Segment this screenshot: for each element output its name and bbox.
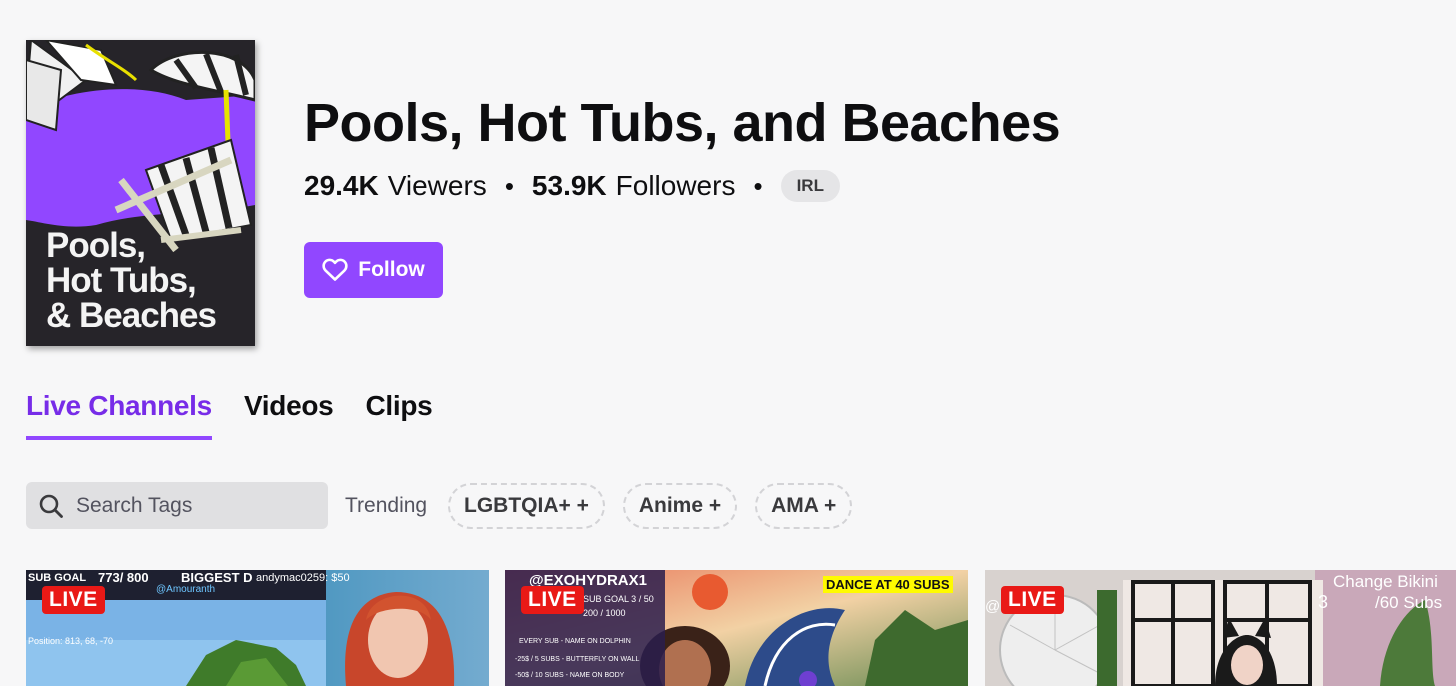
search-tags-input[interactable]: [76, 493, 306, 518]
overlay-position: Position: 813, 68, -70: [28, 636, 114, 646]
category-boxart: Pools, Hot Tubs, & Beaches: [26, 40, 255, 346]
tab-videos[interactable]: Videos: [244, 390, 334, 440]
overlay-list-1: EVERY SUB - NAME ON DOLPHIN: [519, 638, 631, 645]
stream-card-1[interactable]: SUB GOAL 773/ 800 BIGGEST D andymac0259:…: [26, 570, 489, 686]
live-badge: LIVE: [1001, 586, 1064, 614]
category-tag-irl[interactable]: IRL: [780, 170, 840, 202]
category-title: Pools, Hot Tubs, and Beaches: [304, 93, 1061, 153]
trending-label: Trending: [345, 494, 428, 517]
overlay-sub-goal-value: 773/ 800: [98, 570, 149, 585]
overlay-banner: DANCE AT 40 SUBS: [823, 576, 953, 593]
stream-card-2[interactable]: @EXOHYDRAX1 DANCE AT 40 SUBS SUB GOAL 3 …: [505, 570, 968, 686]
live-badge: LIVE: [521, 586, 584, 614]
tab-clips[interactable]: Clips: [365, 390, 432, 440]
category-stats: 29.4K Viewers • 53.9K Followers • IRL: [304, 168, 840, 204]
followers-count: 53.9K: [531, 170, 607, 201]
heart-icon: [322, 258, 348, 281]
live-badge: LIVE: [42, 586, 105, 614]
overlay-follow-goal: 200 / 1000: [583, 608, 626, 618]
stats-separator: •: [504, 170, 514, 201]
followers-label: Followers: [615, 170, 736, 201]
tab-live-channels[interactable]: Live Channels: [26, 390, 212, 440]
viewers-label: Viewers: [387, 170, 487, 201]
overlay-list-2: -25$ / 5 SUBS - BUTTERFLY ON WALL: [515, 656, 640, 663]
overlay-handle: @Amouranth: [156, 584, 216, 595]
follow-label: Follow: [358, 258, 425, 281]
tag-chip-lgbtqia[interactable]: LGBTQIA+ +: [448, 483, 605, 529]
overlay-list-3: -50$ / 10 SUBS - NAME ON BODY: [515, 672, 625, 679]
category-tabs: Live Channels Videos Clips: [26, 390, 433, 440]
boxart-line-3: & Beaches: [46, 296, 217, 335]
boxart-title: Pools, Hot Tubs, & Beaches: [46, 226, 217, 335]
stream-card-3[interactable]: Change Bikini 3 /60 Subs @ au LIVE: [985, 570, 1456, 686]
trending-tags: LGBTQIA+ + Anime + AMA +: [448, 483, 853, 529]
stats-separator: •: [753, 170, 763, 201]
overlay-sub-goal: SUB GOAL: [28, 572, 87, 584]
viewers-count: 29.4K: [304, 170, 379, 201]
overlay-change-bikini: Change Bikini: [1333, 572, 1438, 591]
search-tags-box[interactable]: [26, 482, 328, 529]
overlay-sub-goal: /60 Subs: [1375, 593, 1443, 612]
tag-chip-ama[interactable]: AMA +: [755, 483, 853, 529]
overlay-biggest: BIGGEST D: [181, 570, 253, 585]
follow-button[interactable]: Follow: [304, 242, 443, 298]
tag-chip-anime[interactable]: Anime +: [622, 483, 738, 529]
overlay-sub-goal: SUB GOAL 3 / 50: [583, 594, 654, 604]
overlay-sub-count: 3: [1318, 592, 1329, 612]
overlay-donor: andymac0259: $50: [256, 572, 350, 584]
boxart-line-2: Hot Tubs,: [46, 261, 197, 300]
search-icon: [39, 494, 63, 518]
boxart-line-1: Pools,: [46, 226, 146, 265]
